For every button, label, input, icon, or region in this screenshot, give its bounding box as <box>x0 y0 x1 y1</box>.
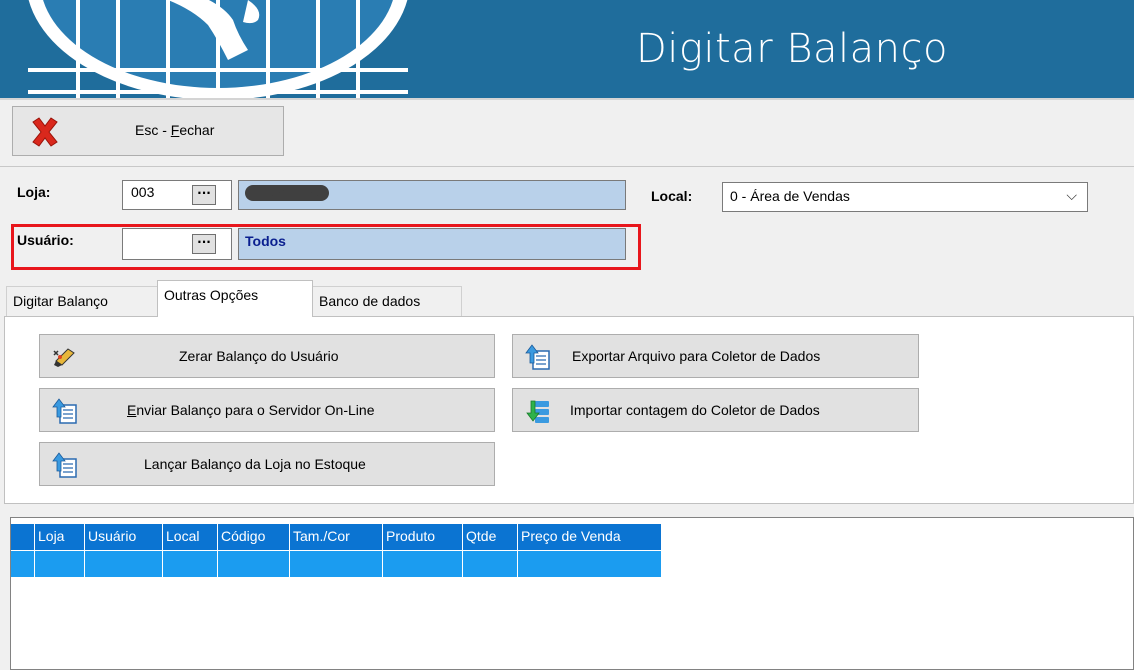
loja-lookup-button[interactable]: ··· <box>192 185 216 205</box>
table-cell[interactable] <box>35 551 85 577</box>
tab-bar: Digitar Balanço Outras Opções Banco de d… <box>0 278 1134 317</box>
table-cell[interactable] <box>518 551 662 577</box>
local-select[interactable]: 0 - Área de Vendas ⌵ <box>722 182 1088 212</box>
close-button-label: Esc - Fechar <box>135 122 215 138</box>
table-cell[interactable] <box>290 551 383 577</box>
column-header-loja[interactable]: Loja <box>35 524 85 550</box>
column-header-qtde[interactable]: Qtde <box>463 524 518 550</box>
eraser-icon <box>53 348 75 367</box>
column-header-usuario[interactable]: Usuário <box>85 524 163 550</box>
column-header-preco-venda[interactable]: Preço de Venda <box>518 524 662 550</box>
page-title: Digitar Balanço <box>635 26 948 72</box>
enviar-balanco-button[interactable]: Enviar Balanço para o Servidor On-Line <box>39 388 495 432</box>
usuario-description-field: Todos <box>238 228 626 260</box>
table-cell[interactable] <box>85 551 163 577</box>
usuario-lookup-button[interactable]: ··· <box>192 234 216 254</box>
zerar-balanco-label: Zerar Balanço do Usuário <box>179 348 339 364</box>
balanco-grid[interactable]: Loja Usuário Local Código Tam./Cor Produ… <box>10 517 1134 670</box>
loja-label: Loja: <box>17 184 51 200</box>
column-header-produto[interactable]: Produto <box>383 524 463 550</box>
tab-outras-opcoes[interactable]: Outras Opções <box>157 280 313 317</box>
table-cell[interactable] <box>218 551 290 577</box>
local-select-value: 0 - Área de Vendas <box>730 188 850 204</box>
exportar-arquivo-button[interactable]: Exportar Arquivo para Coletor de Dados <box>512 334 919 378</box>
loja-code-value: 003 <box>131 184 155 200</box>
divider <box>0 98 1134 100</box>
column-header-local[interactable]: Local <box>163 524 218 550</box>
usuario-label: Usuário: <box>17 232 74 248</box>
exportar-arquivo-label: Exportar Arquivo para Coletor de Dados <box>572 348 821 364</box>
outras-opcoes-panel: Zerar Balanço do Usuário Enviar Balanço … <box>4 316 1134 504</box>
close-icon <box>32 117 58 147</box>
table-cell[interactable] <box>163 551 218 577</box>
table-cell[interactable] <box>383 551 463 577</box>
tab-digitar-balanco[interactable]: Digitar Balanço <box>6 286 158 316</box>
close-button[interactable]: Esc - Fechar <box>12 106 284 156</box>
grid-header: Loja Usuário Local Código Tam./Cor Produ… <box>11 524 662 550</box>
loja-description-field: POSITIVA <box>238 180 626 210</box>
importar-contagem-button[interactable]: Importar contagem do Coletor de Dados <box>512 388 919 432</box>
row-indicator <box>11 551 35 577</box>
globe-logo-icon <box>28 0 408 98</box>
table-row[interactable] <box>11 551 662 577</box>
enviar-balanco-label: Enviar Balanço para o Servidor On-Line <box>127 402 375 418</box>
column-header-codigo[interactable]: Código <box>218 524 290 550</box>
lancar-balanco-label: Lançar Balanço da Loja no Estoque <box>144 456 366 472</box>
importar-contagem-label: Importar contagem do Coletor de Dados <box>570 402 820 418</box>
local-label: Local: <box>651 188 693 204</box>
chevron-down-icon: ⌵ <box>1066 187 1077 203</box>
table-cell[interactable] <box>463 551 518 577</box>
lancar-balanco-button[interactable]: Lançar Balanço da Loja no Estoque <box>39 442 495 486</box>
title-banner: Digitar Balanço <box>0 0 1134 98</box>
loja-description-value: POSITIVA <box>245 185 329 201</box>
zerar-balanco-button[interactable]: Zerar Balanço do Usuário <box>39 334 495 378</box>
upload-document-icon <box>52 398 77 424</box>
grid-indicator-header <box>11 524 35 550</box>
column-header-tam-cor[interactable]: Tam./Cor <box>290 524 383 550</box>
tab-banco-de-dados[interactable]: Banco de dados <box>312 286 462 316</box>
import-database-icon <box>526 400 549 423</box>
upload-document-icon <box>52 452 77 478</box>
upload-document-icon <box>525 344 550 370</box>
